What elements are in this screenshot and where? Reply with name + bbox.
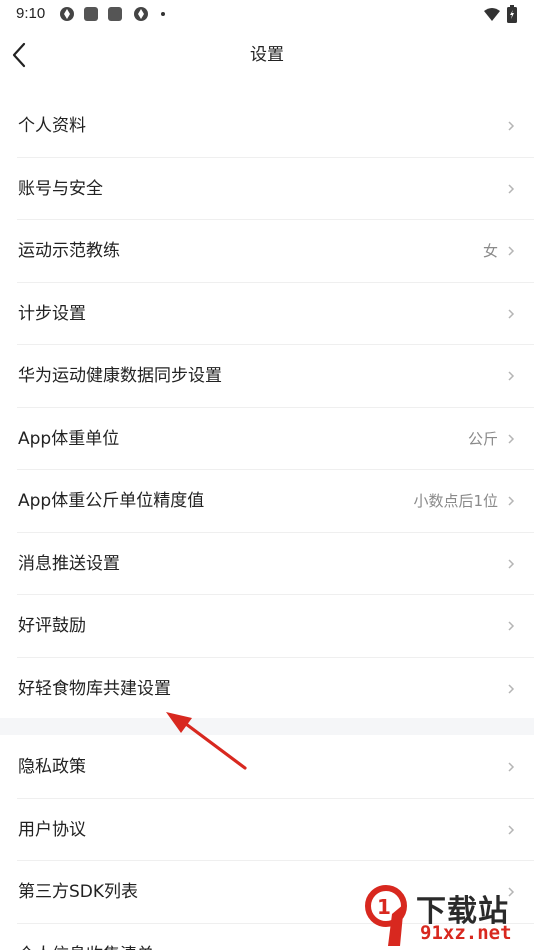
settings-item-label: 个人资料 <box>18 116 86 136</box>
settings-item-value: 公斤 <box>467 429 498 448</box>
settings-item-privacy-policy[interactable]: 隐私政策 <box>0 736 534 799</box>
settings-list-general: 个人资料 账号与安全 运动示范教练 女 计步设置 华为运动健康数据同步设置 Ap… <box>0 95 534 720</box>
settings-item-label: 隐私政策 <box>18 757 86 777</box>
watermark-url: 91xz.net <box>420 922 512 944</box>
settings-item-label: 好评鼓励 <box>18 616 86 636</box>
settings-item-step-counter[interactable]: 计步设置 <box>0 283 534 346</box>
settings-item-label: 个人信息收集清单 <box>18 924 154 950</box>
svg-text:1: 1 <box>377 895 391 919</box>
status-bar: 9:10 <box>0 0 534 28</box>
chevron-right-icon <box>508 762 515 772</box>
chevron-right-icon <box>508 121 515 131</box>
section-divider <box>0 718 534 735</box>
app-notification-icon <box>84 7 98 21</box>
settings-item-profile[interactable]: 个人资料 <box>0 95 534 158</box>
settings-item-rate-us[interactable]: 好评鼓励 <box>0 595 534 658</box>
app-notification-icon <box>60 7 74 21</box>
settings-item-value: 小数点后1位 <box>413 492 498 510</box>
chevron-right-icon <box>508 433 515 444</box>
settings-item-label: 第三方SDK列表 <box>18 882 139 902</box>
settings-item-label: 账号与安全 <box>18 178 103 199</box>
settings-item-huawei-sync[interactable]: 华为运动健康数据同步设置 <box>0 345 534 408</box>
app-notification-icon <box>134 7 148 21</box>
settings-item-label: 用户协议 <box>18 819 86 840</box>
settings-item-label: App体重公斤单位精度值 <box>18 491 205 511</box>
settings-item-label: 好轻食物库共建设置 <box>18 678 171 699</box>
chevron-right-icon <box>508 496 515 506</box>
chevron-right-icon <box>508 621 515 631</box>
settings-item-value: 女 <box>482 242 498 260</box>
page-title: 设置 <box>250 45 284 65</box>
watermark-logo-icon: 1 <box>365 885 407 946</box>
settings-item-weight-unit[interactable]: App体重单位 公斤 <box>0 408 534 471</box>
settings-item-label: 运动示范教练 <box>18 241 120 261</box>
settings-item-push-notifications[interactable]: 消息推送设置 <box>0 533 534 596</box>
wifi-icon <box>484 8 500 21</box>
header-bar: 设置 <box>0 28 534 84</box>
settings-item-label: 计步设置 <box>18 303 86 324</box>
watermark-logo: 1 下载站 91xz.net <box>360 884 532 950</box>
chevron-right-icon <box>508 183 515 194</box>
settings-item-label: 消息推送设置 <box>18 553 120 574</box>
more-notifications-dot <box>161 12 165 16</box>
settings-item-label: 华为运动健康数据同步设置 <box>18 366 222 386</box>
settings-item-food-library[interactable]: 好轻食物库共建设置 <box>0 658 534 721</box>
chevron-right-icon <box>508 824 515 835</box>
battery-icon <box>507 5 517 23</box>
chevron-right-icon <box>508 558 515 569</box>
chevron-right-icon <box>508 308 515 319</box>
settings-item-account-security[interactable]: 账号与安全 <box>0 158 534 221</box>
settings-item-weight-precision[interactable]: App体重公斤单位精度值 小数点后1位 <box>0 470 534 533</box>
status-time: 9:10 <box>16 5 46 22</box>
settings-item-user-agreement[interactable]: 用户协议 <box>0 799 534 862</box>
chevron-right-icon <box>508 371 515 381</box>
settings-item-demo-coach[interactable]: 运动示范教练 女 <box>0 220 534 283</box>
settings-item-label: App体重单位 <box>18 428 120 449</box>
chevron-right-icon <box>508 683 515 694</box>
chevron-right-icon <box>508 246 515 256</box>
app-notification-icon <box>108 7 122 21</box>
